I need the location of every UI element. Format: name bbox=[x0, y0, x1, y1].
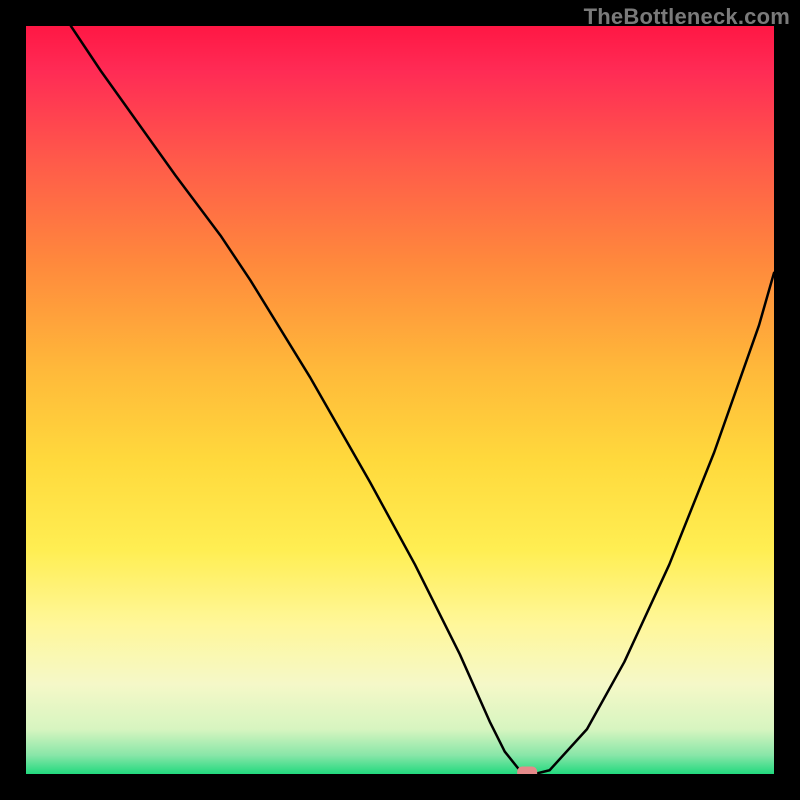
chart-svg bbox=[26, 26, 774, 774]
plot-background bbox=[26, 26, 774, 774]
watermark-text: TheBottleneck.com bbox=[584, 4, 790, 30]
optimal-marker bbox=[517, 767, 537, 775]
chart-frame: TheBottleneck.com bbox=[0, 0, 800, 800]
plot-area bbox=[26, 26, 774, 774]
